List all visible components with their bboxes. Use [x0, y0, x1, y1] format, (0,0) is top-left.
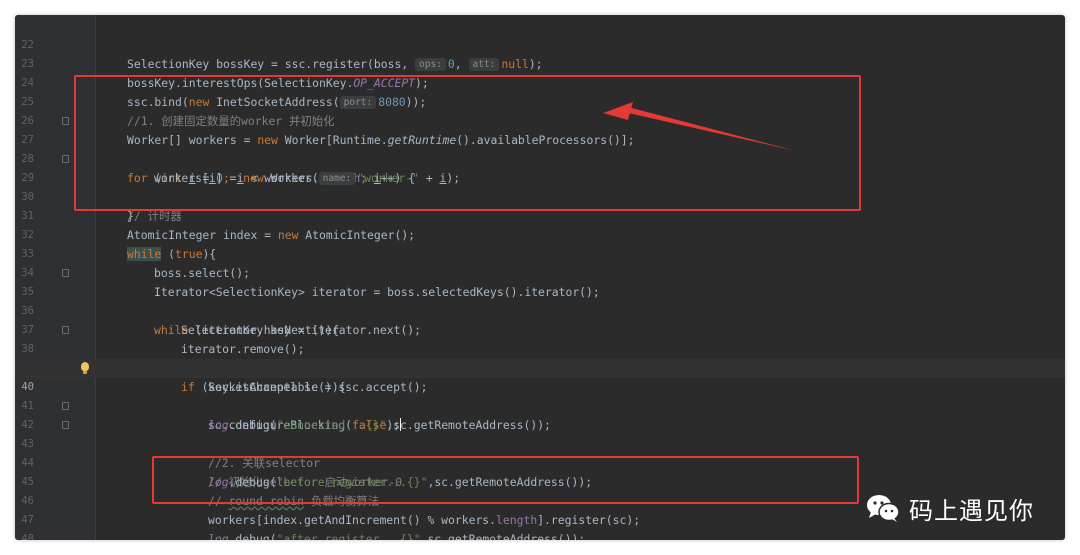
arrow-shaft [624, 107, 796, 151]
watermark-text: 码上遇见你 [909, 496, 1034, 525]
wechat-icon [867, 495, 900, 522]
annotation-arrow [603, 102, 796, 151]
watermark: 码上遇见你 [865, 490, 1034, 526]
arrow-head [603, 102, 633, 120]
